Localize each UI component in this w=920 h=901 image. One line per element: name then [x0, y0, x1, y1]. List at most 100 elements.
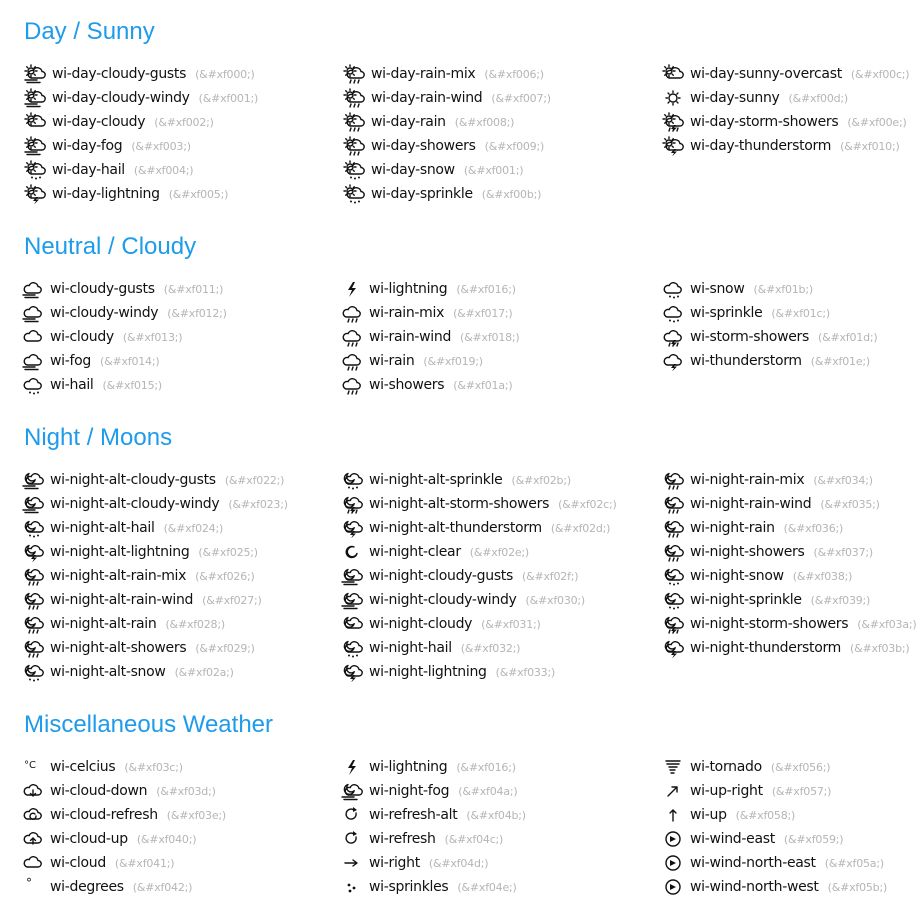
icon-entry: wi-night-alt-sprinkle (&#xf02b;): [341, 468, 617, 492]
icon-code: (&#xf05b;): [827, 880, 888, 894]
icon-entry: wi-night-clear (&#xf02e;): [341, 540, 617, 564]
night-alt-showers-icon: [22, 638, 44, 658]
icon-class-name: wi-rain-wind: [369, 329, 452, 345]
icon-class-name: wi-night-rain: [690, 520, 775, 536]
icon-class-name: wi-day-cloudy-windy: [52, 90, 190, 106]
icon-entry: wi-night-alt-cloudy-windy (&#xf023;): [22, 492, 288, 516]
night-rain-wind-icon: [662, 494, 684, 514]
icon-code: (&#xf024;): [163, 521, 224, 535]
day-sprinkle-icon: [343, 184, 365, 204]
night-alt-thunderstorm-icon: [341, 518, 363, 538]
icon-entry: wi-day-rain (&#xf008;): [343, 110, 551, 134]
day-thunderstorm-icon: [662, 136, 684, 156]
icon-code: (&#xf017;): [453, 306, 513, 320]
icon-code: (&#xf04e;): [457, 880, 517, 894]
icon-class-name: wi-night-alt-cloudy-gusts: [50, 472, 216, 488]
icon-class-name: wi-night-fog: [369, 783, 450, 799]
icon-class-name: wi-cloudy: [50, 329, 114, 345]
icon-class-name: wi-night-thunderstorm: [690, 640, 842, 656]
wind-north-west-icon: [662, 877, 684, 897]
icon-code: (&#xf05a;): [824, 856, 884, 870]
icon-class-name: wi-night-cloudy-windy: [369, 592, 517, 608]
icon-code: (&#xf009;): [484, 139, 545, 153]
icon-code: (&#xf012;): [167, 306, 227, 320]
icon-class-name: wi-rain-mix: [369, 305, 445, 321]
wind-east-icon: [662, 829, 684, 849]
degrees-icon: °: [22, 877, 44, 897]
icon-entry: wi-refresh (&#xf04c;): [341, 827, 526, 851]
night-thunderstorm-icon: [662, 638, 684, 658]
icon-entry: wi-thunderstorm (&#xf01e;): [662, 349, 877, 373]
icon-entry: wi-up-right (&#xf057;): [662, 779, 887, 803]
icon-class-name: wi-day-cloudy: [52, 114, 146, 130]
icon-column: wi-night-alt-sprinkle (&#xf02b;) wi-night-…: [341, 468, 617, 684]
icon-code: (&#xf032;): [460, 641, 521, 655]
storm-showers-icon: [662, 327, 684, 347]
icon-code: (&#xf058;): [735, 808, 796, 822]
svg-text:°: °: [26, 877, 32, 890]
night-showers-icon: [662, 542, 684, 562]
icon-column: wi-cloudy-gusts (&#xf011;) wi-cloudy-windy…: [22, 277, 227, 397]
icon-entry: wi-night-sprinkle (&#xf039;): [662, 588, 916, 612]
icon-code: (&#xf016;): [456, 282, 516, 296]
night-hail-icon: [341, 638, 363, 658]
icon-entry: wi-refresh-alt (&#xf04b;): [341, 803, 526, 827]
icon-entry: wi-night-cloudy (&#xf031;): [341, 612, 617, 636]
icon-entry: wi-cloud-down (&#xf03d;): [22, 779, 226, 803]
icon-class-name: wi-day-storm-showers: [690, 114, 839, 130]
icon-code: (&#xf03b;): [850, 641, 910, 655]
icon-column: wi-lightning (&#xf016;) wi-rain-mix (&#xf01…: [341, 277, 520, 397]
icon-code: (&#xf035;): [820, 497, 880, 511]
icon-entry: wi-cloudy-gusts (&#xf011;): [22, 277, 227, 301]
icon-class-name: wi-cloud: [50, 855, 106, 871]
section-title: Night / Moons: [24, 424, 173, 451]
icon-class-name: wi-tornado: [690, 759, 762, 775]
icon-class-name: wi-day-sprinkle: [371, 186, 473, 202]
icon-class-name: wi-refresh-alt: [369, 807, 458, 823]
icon-entry: wi-lightning (&#xf016;): [341, 755, 526, 779]
icon-entry: wi-night-thunderstorm (&#xf03b;): [662, 636, 916, 660]
icon-class-name: wi-night-alt-rain: [50, 616, 157, 632]
icon-code: (&#xf00d;): [788, 91, 849, 105]
night-clear-icon: [341, 542, 363, 562]
icon-column: wi-tornado (&#xf056;) wi-up-right (&#xf057;…: [662, 755, 887, 899]
icon-column: wi-night-alt-cloudy-gusts (&#xf022;) wi-ni…: [22, 468, 288, 684]
icon-class-name: wi-sprinkle: [690, 305, 763, 321]
icon-code: (&#xf01a;): [453, 378, 513, 392]
icon-code: (&#xf03e;): [166, 808, 227, 822]
icon-code: (&#xf015;): [102, 378, 163, 392]
icon-entry: °C wi-celcius (&#xf03c;): [22, 755, 226, 779]
icon-code: (&#xf01c;): [771, 306, 830, 320]
icon-class-name: wi-degrees: [50, 879, 124, 895]
icon-class-name: wi-night-alt-lightning: [50, 544, 190, 560]
icon-class-name: wi-day-sunny-overcast: [690, 66, 842, 82]
day-showers-icon: [343, 136, 365, 156]
icon-code: (&#xf008;): [454, 115, 515, 129]
icon-class-name: wi-night-hail: [369, 640, 452, 656]
night-rain-mix-icon: [662, 470, 684, 490]
icon-entry: wi-cloud (&#xf041;): [22, 851, 226, 875]
icon-code: (&#xf003;): [131, 139, 191, 153]
icon-class-name: wi-night-alt-hail: [50, 520, 155, 536]
icon-class-name: wi-wind-north-west: [690, 879, 819, 895]
icon-entry: wi-night-alt-thunderstorm (&#xf02d;): [341, 516, 617, 540]
icon-code: (&#xf01b;): [753, 282, 813, 296]
icon-code: (&#xf03c;): [124, 760, 183, 774]
icon-entry: wi-cloud-refresh (&#xf03e;): [22, 803, 226, 827]
day-rain-icon: [343, 112, 365, 132]
icon-entry: wi-rain-mix (&#xf017;): [341, 301, 520, 325]
icon-code: (&#xf027;): [202, 593, 262, 607]
night-storm-showers-icon: [662, 614, 684, 634]
night-alt-sprinkle-icon: [341, 470, 363, 490]
icon-code: (&#xf056;): [770, 760, 831, 774]
icon-code: (&#xf001;): [463, 163, 524, 177]
icon-class-name: wi-rain: [369, 353, 415, 369]
night-snow-icon: [662, 566, 684, 586]
icon-class-name: wi-night-alt-rain-mix: [50, 568, 187, 584]
icon-class-name: wi-day-fog: [52, 138, 123, 154]
icon-class-name: wi-cloud-refresh: [50, 807, 158, 823]
cloudy-icon: [22, 327, 44, 347]
day-sunny-overcast-icon: [662, 64, 684, 84]
icon-entry: wi-up (&#xf058;): [662, 803, 887, 827]
icon-code: (&#xf04c;): [444, 832, 504, 846]
